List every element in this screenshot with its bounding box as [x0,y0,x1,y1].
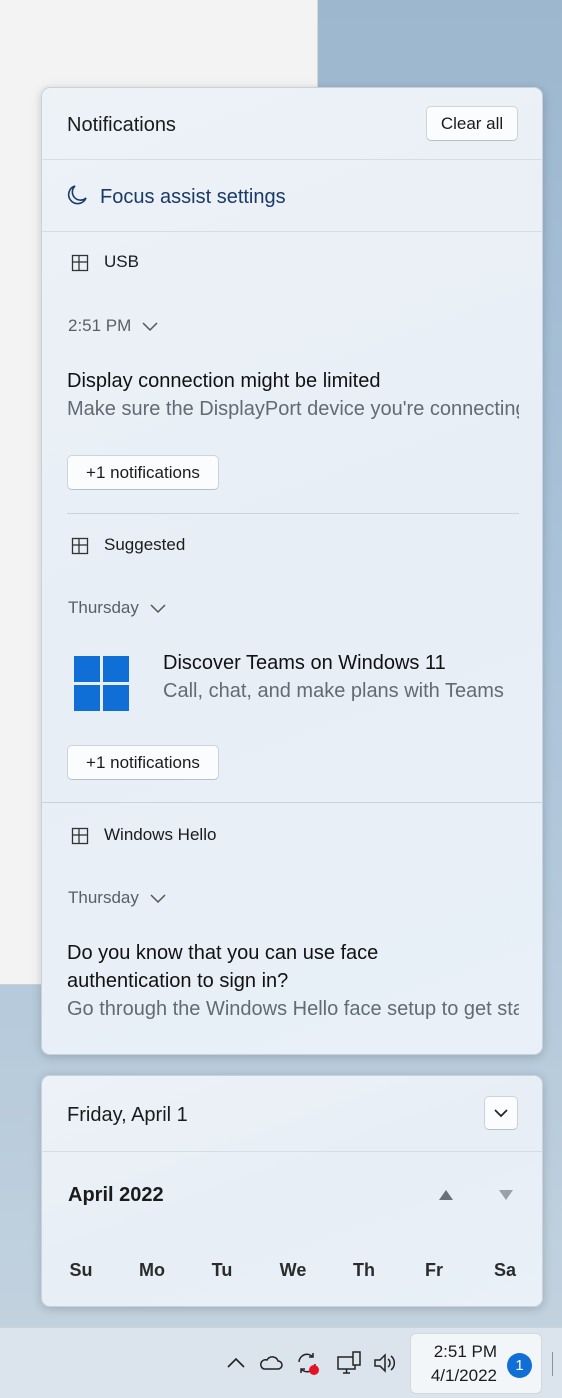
notification-title-line2: authentication to sign in? [67,970,289,992]
taskbar-clock-button[interactable]: 2:51 PM 4/1/2022 1 [410,1333,542,1394]
weekday-label-sa: Sa [493,1260,517,1280]
chevron-down-icon [142,322,158,332]
month-label: April 2022 [68,1184,164,1206]
weekday-label-we: We [279,1260,307,1280]
notification-time-expander[interactable]: Thursday [68,597,167,619]
group-separator [42,802,542,803]
notification-body-windows-hello: Go through the Windows Hello face setup … [67,998,519,1020]
calendar-date-header: Friday, April 1 [67,1104,188,1126]
notification-title: Notifications [67,114,176,136]
windows-logo-icon [74,656,130,712]
focus-assist-label: Focus assist settings [100,186,286,208]
notification-count-badge: 1 [507,1353,532,1378]
chevron-down-icon [150,604,166,614]
weekday-label-mo: Mo [139,1260,165,1280]
previous-month-arrow-icon[interactable] [437,1188,455,1202]
chevron-down-icon [494,1109,508,1118]
taskbar-time: 2:51 PM [433,1342,497,1361]
notification-header: Notifications Clear all [42,88,542,160]
sync-icon[interactable] [294,1350,320,1376]
notification-title-usb: Display connection might be limited [67,370,381,392]
notification-group-header-suggested: Suggested [42,534,542,558]
group-separator [67,513,519,514]
notification-body-usb: Make sure the DisplayPort device you're … [67,398,519,420]
calendar-collapse-button[interactable] [484,1096,518,1130]
notification-panel: Notifications Clear all Focus assist set… [41,87,543,1055]
weekday-label-su: Su [69,1260,93,1280]
chevron-down-icon [150,894,166,904]
notification-title-line1: Do you know that you can use face [67,942,379,964]
network-icon[interactable] [336,1350,362,1376]
taskbar: 2:51 PM 4/1/2022 1 [0,1327,562,1398]
calendar-header: Friday, April 1 [42,1076,542,1152]
notification-time-expander[interactable]: Thursday [68,887,167,909]
notification-group-header-windows-hello: Windows Hello [42,824,542,848]
app-name-usb: USB [104,252,139,271]
weekday-label-fr: Fr [425,1260,443,1280]
onedrive-cloud-icon[interactable] [258,1350,284,1376]
moon-icon [67,185,87,205]
notification-time: Thursday [68,888,139,907]
app-generic-icon [71,827,89,845]
app-name-suggested: Suggested [104,535,186,554]
notification-time: Thursday [68,598,139,617]
notification-body-suggested: Call, chat, and make plans with Teams [163,680,504,702]
calendar-panel: Friday, April 1 April 2022 Su Mo Tu We T… [41,1075,543,1307]
app-name-windows-hello: Windows Hello [104,825,217,844]
notification-time-expander[interactable]: 2:51 PM [68,315,159,337]
volume-icon[interactable] [372,1350,398,1376]
app-generic-icon [71,254,89,272]
notification-time: 2:51 PM [68,316,132,335]
more-notifications-button[interactable]: +1 notifications [67,455,219,490]
taskbar-date: 4/1/2022 [430,1366,497,1385]
notification-title-suggested: Discover Teams on Windows 11 [163,652,446,674]
notification-group-header-usb: USB [42,251,542,275]
chevron-up-icon[interactable] [223,1350,249,1376]
focus-assist-settings-link[interactable]: Focus assist settings [42,160,542,232]
weekday-label-tu: Tu [211,1260,233,1280]
more-notifications-button[interactable]: +1 notifications [67,745,219,780]
clear-all-button[interactable]: Clear all [426,106,518,141]
next-month-arrow-icon[interactable] [497,1188,515,1202]
show-desktop-button[interactable] [552,1352,553,1376]
app-generic-icon [71,537,89,555]
weekday-label-th: Th [353,1260,375,1280]
